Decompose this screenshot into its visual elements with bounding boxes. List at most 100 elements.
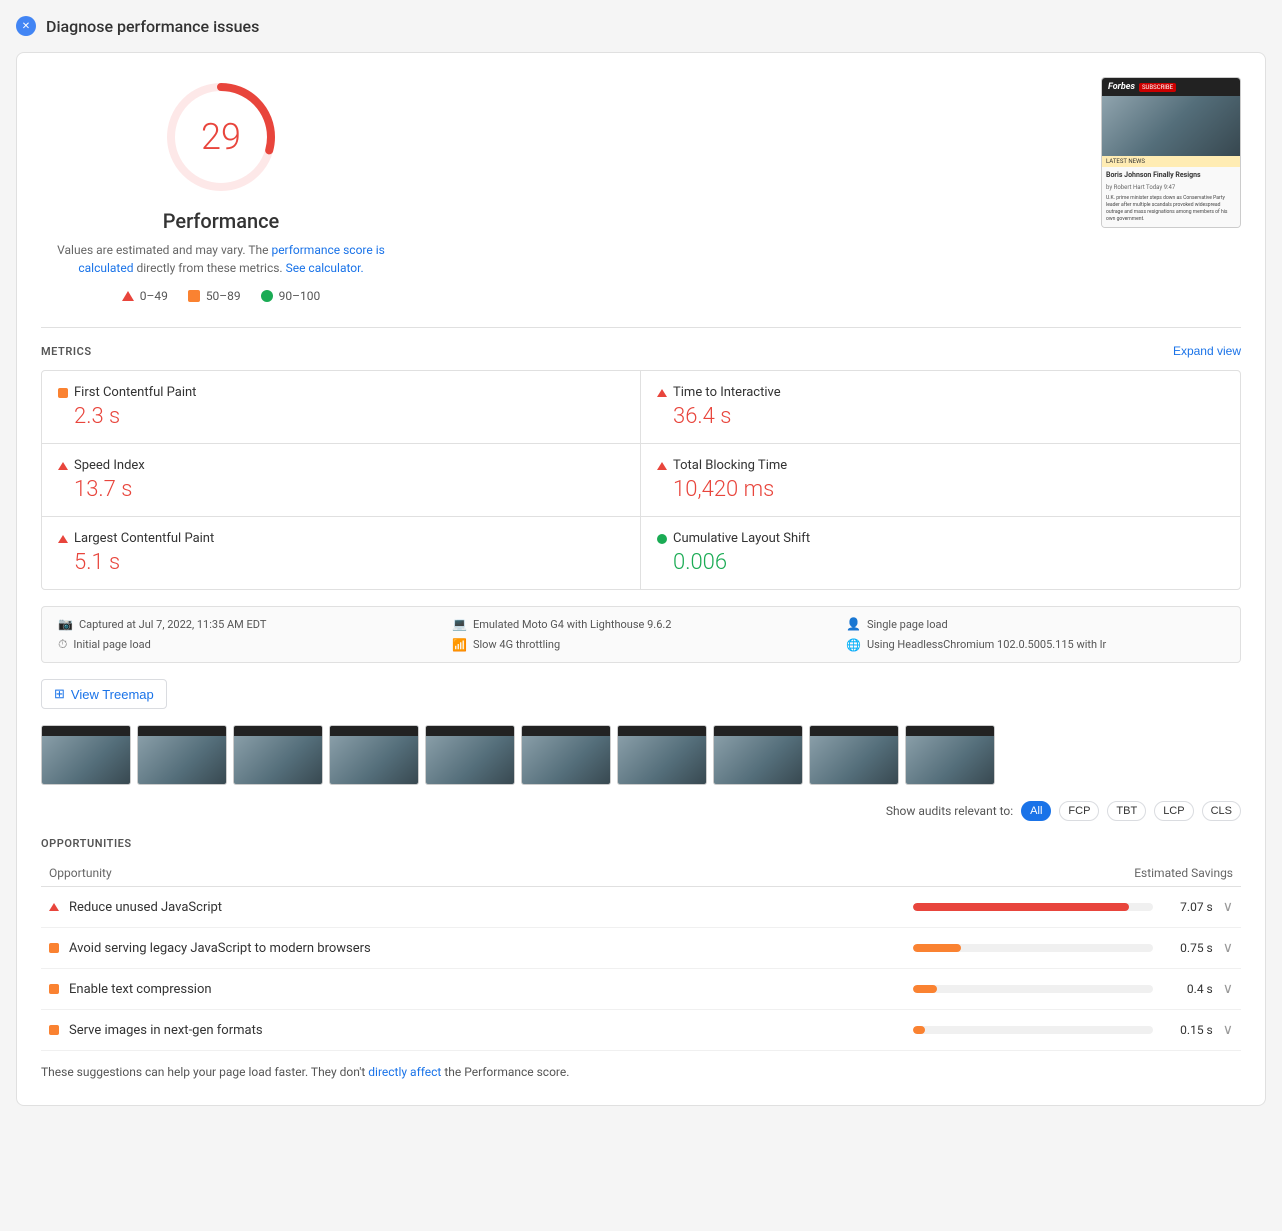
capture-device-text: Emulated Moto G4 with Lighthouse 9.6.2 <box>473 618 672 631</box>
metrics-header: METRICS Expand view <box>41 344 1241 358</box>
opp-row-2: Avoid serving legacy JavaScript to moder… <box>41 928 1241 969</box>
metric-fcp-title: First Contentful Paint <box>74 385 196 400</box>
capture-timestamp: 📷 Captured at Jul 7, 2022, 11:35 AM EDT <box>58 617 436 631</box>
screenshot-body: U.K. prime minister steps down as Conser… <box>1102 191 1240 227</box>
footer-suffix: the Performance score. <box>444 1065 569 1079</box>
score-description: Values are estimated and may vary. The p… <box>41 241 401 277</box>
metric-fcp-title-row: First Contentful Paint <box>58 385 624 400</box>
filter-cls-button[interactable]: CLS <box>1202 801 1241 821</box>
legend-green: 90–100 <box>261 289 321 303</box>
filmstrip-img-5 <box>426 726 515 784</box>
capture-initial-load: ⏱ Initial page load <box>58 637 436 652</box>
expand-view-button[interactable]: Expand view <box>1173 344 1241 358</box>
filmstrip <box>41 725 1241 785</box>
filter-fcp-button[interactable]: FCP <box>1059 801 1099 821</box>
metrics-label: METRICS <box>41 345 92 358</box>
metric-tti: Time to Interactive 36.4 s <box>641 371 1240 444</box>
metric-lcp-title: Largest Contentful Paint <box>74 531 214 546</box>
metric-cls-value: 0.006 <box>673 550 1224 575</box>
opp-savings-4: 0.15 s <box>1163 1023 1213 1037</box>
page-title: Diagnose performance issues <box>46 17 259 36</box>
opp-row-3: Enable text compression 0.4 s ∨ <box>41 969 1241 1010</box>
filter-all-button[interactable]: All <box>1021 801 1051 821</box>
metric-tbt-title-row: Total Blocking Time <box>657 458 1224 473</box>
performance-gauge: 29 <box>161 77 281 197</box>
opp-icon-red-1 <box>49 903 59 911</box>
treemap-button[interactable]: ⊞ View Treemap <box>41 679 167 709</box>
legend-red-icon <box>122 291 134 301</box>
website-screenshot: Forbes SUBSCRIBE LATEST NEWS Boris Johns… <box>1101 77 1241 228</box>
score-legend: 0–49 50–89 90–100 <box>122 289 321 303</box>
filmstrip-frame-7 <box>617 725 707 785</box>
screenshot-headline: Boris Johnson Finally Resigns <box>1102 167 1240 184</box>
metric-tti-value: 36.4 s <box>673 404 1224 429</box>
filmstrip-frame-3 <box>233 725 323 785</box>
opp-bar-wrapper-3 <box>913 985 1153 993</box>
opp-chevron-4[interactable]: ∨ <box>1223 1022 1233 1038</box>
metric-tbt-icon <box>657 462 667 470</box>
score-desc-mid: directly from these metrics. <box>136 261 282 275</box>
score-section: 29 Performance Values are estimated and … <box>41 77 1241 303</box>
metric-fcp: First Contentful Paint 2.3 s <box>42 371 641 444</box>
opp-bar-wrapper-2 <box>913 944 1153 952</box>
opp-chevron-2[interactable]: ∨ <box>1223 940 1233 956</box>
opp-row-4: Serve images in next-gen formats 0.15 s … <box>41 1010 1241 1051</box>
filter-tbt-button[interactable]: TBT <box>1107 801 1146 821</box>
filmstrip-frame-9 <box>809 725 899 785</box>
footer-link[interactable]: directly affect <box>368 1065 441 1079</box>
metric-lcp-value: 5.1 s <box>74 550 624 575</box>
screenshot-content: LATEST NEWS Boris Johnson Finally Resign… <box>1102 96 1240 227</box>
opportunities-label: OPPORTUNITIES <box>41 837 1241 850</box>
metric-fcp-icon <box>58 388 68 398</box>
metric-tbt: Total Blocking Time 10,420 ms <box>641 444 1240 517</box>
opp-chevron-3[interactable]: ∨ <box>1223 981 1233 997</box>
audit-filter: Show audits relevant to: All FCP TBT LCP… <box>41 801 1241 821</box>
opp-title-1: Reduce unused JavaScript <box>69 900 903 915</box>
metric-si: Speed Index 13.7 s <box>42 444 641 517</box>
capture-info: 📷 Captured at Jul 7, 2022, 11:35 AM EDT … <box>41 606 1241 663</box>
calculator-link[interactable]: See calculator. <box>286 261 364 275</box>
filter-lcp-button[interactable]: LCP <box>1154 801 1193 821</box>
page-header: Diagnose performance issues <box>16 16 1266 36</box>
metric-cls: Cumulative Layout Shift 0.006 <box>641 517 1240 589</box>
opp-title-2: Avoid serving legacy JavaScript to moder… <box>69 941 903 956</box>
filmstrip-img-4 <box>330 726 419 784</box>
browser-icon: 🌐 <box>846 638 861 652</box>
opp-col-opportunity: Opportunity <box>49 866 112 880</box>
footer-note: These suggestions can help your page loa… <box>41 1063 1241 1081</box>
opp-savings-2: 0.75 s <box>1163 941 1213 955</box>
legend-green-icon <box>261 290 273 302</box>
screenshot-byline: by Robert Hart Today 9:47 <box>1102 184 1240 191</box>
legend-red: 0–49 <box>122 289 168 303</box>
score-desc-prefix: Values are estimated and may vary. The <box>57 243 268 257</box>
capture-browser-text: Using HeadlessChromium 102.0.5005.115 wi… <box>867 638 1106 651</box>
opp-savings-1: 7.07 s <box>1163 900 1213 914</box>
capture-browser: 🌐 Using HeadlessChromium 102.0.5005.115 … <box>846 637 1224 652</box>
metric-lcp-icon <box>58 535 68 543</box>
device-icon: 💻 <box>452 617 467 631</box>
filmstrip-img-1 <box>42 726 131 784</box>
opp-title-3: Enable text compression <box>69 982 903 997</box>
capture-device: 💻 Emulated Moto G4 with Lighthouse 9.6.2 <box>452 617 830 631</box>
opp-bar-wrapper-1 <box>913 903 1153 911</box>
timer-icon: ⏱ <box>58 637 67 652</box>
capture-timestamp-text: Captured at Jul 7, 2022, 11:35 AM EDT <box>79 618 266 631</box>
filmstrip-img-7 <box>618 726 707 784</box>
capture-throttle-text: Slow 4G throttling <box>473 638 560 651</box>
screenshot-topbar: Forbes SUBSCRIBE <box>1102 78 1240 96</box>
opp-bar-4 <box>913 1026 925 1034</box>
legend-orange: 50–89 <box>188 289 241 303</box>
audit-filter-label: Show audits relevant to: <box>886 804 1013 818</box>
metric-cls-title-row: Cumulative Layout Shift <box>657 531 1224 546</box>
metric-cls-title: Cumulative Layout Shift <box>673 531 810 546</box>
person-icon: 👤 <box>846 617 861 631</box>
filmstrip-frame-10 <box>905 725 995 785</box>
filmstrip-frame-1 <box>41 725 131 785</box>
opp-icon-orange-2 <box>49 943 59 953</box>
filmstrip-frame-2 <box>137 725 227 785</box>
legend-green-label: 90–100 <box>279 289 321 303</box>
opp-col-savings: Estimated Savings <box>1134 866 1233 880</box>
opp-chevron-1[interactable]: ∨ <box>1223 899 1233 915</box>
forbes-subscribe: SUBSCRIBE <box>1139 83 1176 92</box>
capture-throttle: 📶 Slow 4G throttling <box>452 637 830 652</box>
